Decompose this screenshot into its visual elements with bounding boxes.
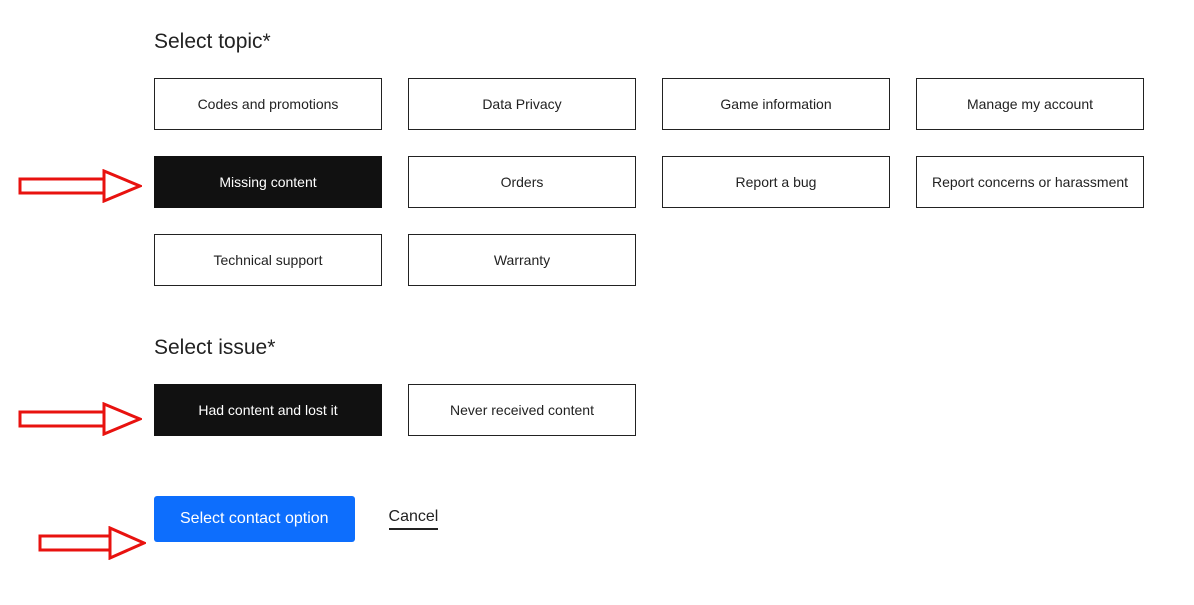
- topic-missing-content[interactable]: Missing content: [154, 156, 382, 208]
- issue-had-content-lost[interactable]: Had content and lost it: [154, 384, 382, 436]
- topic-report-bug[interactable]: Report a bug: [662, 156, 890, 208]
- topic-technical-support[interactable]: Technical support: [154, 234, 382, 286]
- select-topic-heading: Select topic*: [154, 30, 1194, 54]
- issue-grid: Had content and lost it Never received c…: [154, 384, 1194, 436]
- topic-warranty[interactable]: Warranty: [408, 234, 636, 286]
- topic-manage-account[interactable]: Manage my account: [916, 78, 1144, 130]
- issue-never-received[interactable]: Never received content: [408, 384, 636, 436]
- cancel-link[interactable]: Cancel: [389, 508, 439, 530]
- topic-grid: Codes and promotions Data Privacy Game i…: [154, 78, 1194, 286]
- select-issue-heading: Select issue*: [154, 336, 1194, 360]
- actions-row: Select contact option Cancel: [154, 496, 1194, 542]
- topic-report-harassment[interactable]: Report concerns or harassment: [916, 156, 1144, 208]
- annotation-arrow-icon: [38, 526, 146, 560]
- select-contact-option-button[interactable]: Select contact option: [154, 496, 355, 542]
- annotation-arrow-icon: [18, 402, 142, 436]
- topic-orders[interactable]: Orders: [408, 156, 636, 208]
- topic-data-privacy[interactable]: Data Privacy: [408, 78, 636, 130]
- topic-game-information[interactable]: Game information: [662, 78, 890, 130]
- topic-codes-promotions[interactable]: Codes and promotions: [154, 78, 382, 130]
- annotation-arrow-icon: [18, 169, 142, 203]
